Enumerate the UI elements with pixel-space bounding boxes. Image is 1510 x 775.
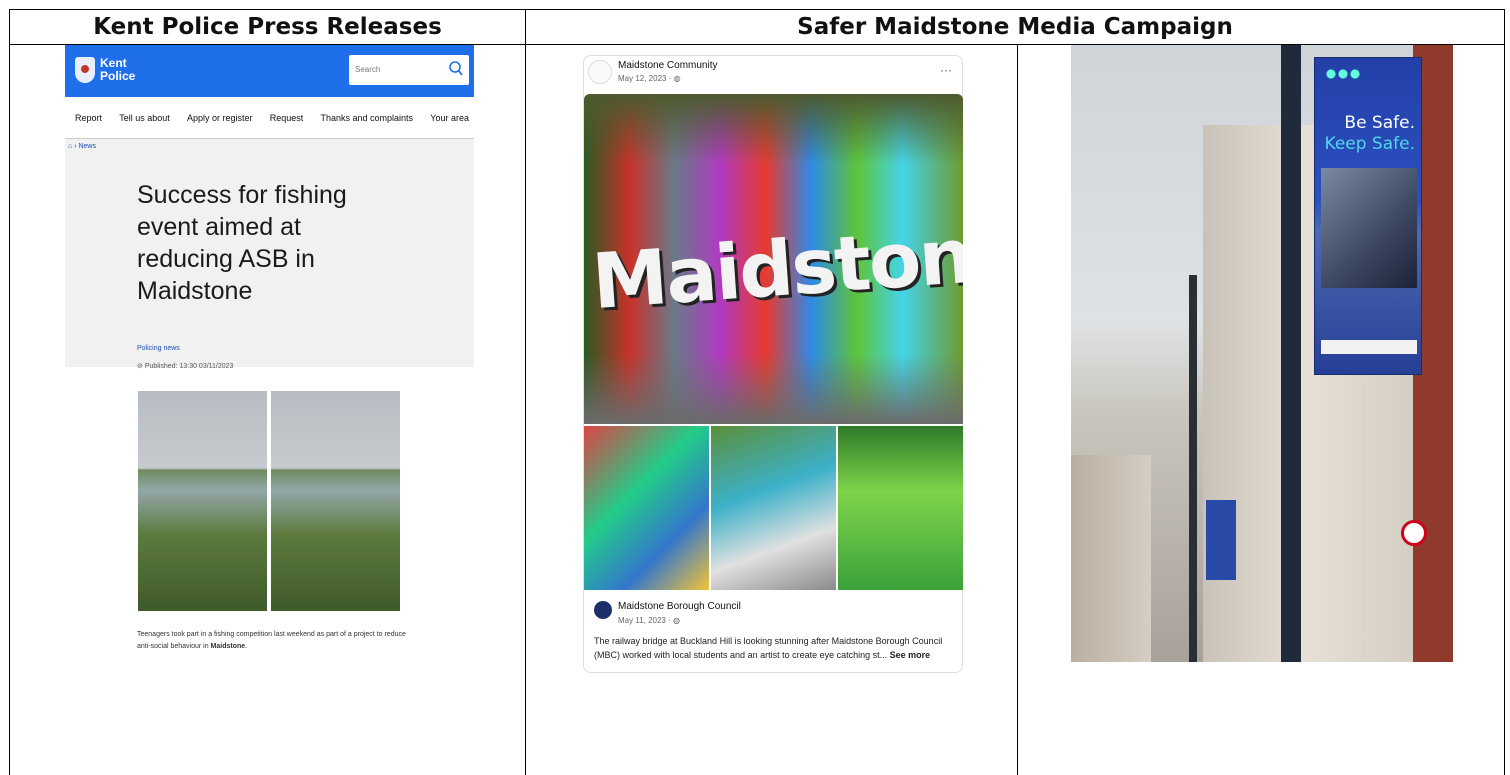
kent-police-nav: Report Tell us about Apply or register R… — [65, 97, 474, 139]
banner-line-1: Be Safe. — [1344, 113, 1415, 133]
nav-apply-or-register[interactable]: Apply or register — [187, 113, 253, 123]
breadcrumb-news[interactable]: › News — [74, 143, 96, 150]
be-safe-banner: Be Safe. Keep Safe. — [1314, 57, 1422, 375]
caption-text: Teenagers took part in a fishing competi… — [137, 631, 406, 650]
shared-date-text: May 11, 2023 · — [618, 616, 673, 625]
mural-thumb-2[interactable] — [711, 426, 836, 590]
search-input[interactable]: Search — [349, 55, 469, 85]
caption-bold-location: Maidstone — [210, 643, 246, 650]
article-published: ⊘ Published: 13:30 03/11/2023 — [137, 362, 233, 370]
search-placeholder: Search — [355, 65, 381, 74]
post-page-name[interactable]: Maidstone Community — [618, 60, 717, 71]
article-caption: Teenagers took part in a fishing competi… — [137, 629, 407, 653]
fishing-photo-2 — [271, 391, 400, 611]
mural-text: Maidston — [589, 210, 963, 327]
lamp-post — [1281, 45, 1301, 662]
article-photos — [138, 391, 400, 611]
post-text: The railway bridge at Buckland Hill is l… — [594, 634, 954, 662]
street-banner-photo: Be Safe. Keep Safe. — [1071, 45, 1453, 662]
published-timestamp: Published: 13:30 03/11/2023 — [144, 363, 234, 370]
see-more-link[interactable]: See more — [890, 650, 931, 660]
banner-logo-icon — [1323, 66, 1363, 82]
post-date-text: May 12, 2023 · — [618, 74, 674, 83]
nav-request[interactable]: Request — [270, 113, 304, 123]
nav-report[interactable]: Report — [75, 113, 102, 123]
nav-thanks-and-complaints[interactable]: Thanks and complaints — [321, 113, 414, 123]
page-avatar[interactable] — [588, 60, 612, 84]
fishing-photo-1 — [138, 391, 267, 611]
street-lamp — [1189, 275, 1197, 662]
facebook-post-screenshot: Maidstone Community May 12, 2023 · ◍ ···… — [583, 55, 963, 673]
header-safer-maidstone-campaign: Safer Maidstone Media Campaign — [797, 14, 1233, 40]
article-title: Success for fishing event aimed at reduc… — [137, 181, 347, 305]
caption-end: . — [245, 643, 248, 650]
globe-icon: ◍ — [673, 74, 681, 83]
banner-line-2: Keep Safe. — [1324, 134, 1415, 154]
bank-logo-icon — [1401, 520, 1427, 546]
header-kent-police-press-releases: Kent Police Press Releases — [93, 14, 442, 40]
small-banner — [1206, 500, 1236, 580]
banner-logos-strip — [1321, 340, 1417, 354]
home-icon[interactable]: ⌂ — [68, 143, 72, 150]
mural-main-photo[interactable]: Maidston — [584, 94, 963, 424]
kent-police-logo-text: Kent Police — [100, 57, 135, 83]
banner-photo — [1321, 168, 1417, 288]
mural-thumb-1[interactable] — [584, 426, 709, 590]
kent-police-header-bar: Kent Police Search — [65, 45, 474, 97]
nav-tell-us-about[interactable]: Tell us about — [119, 113, 170, 123]
post-date: May 12, 2023 · ◍ — [618, 74, 681, 83]
shared-date: May 11, 2023 · ◍ — [618, 616, 680, 625]
mural-thumb-3[interactable] — [838, 426, 963, 590]
kent-police-article-screenshot: Kent Police Search Report Tell us about … — [65, 45, 474, 685]
check-circle-icon: ⊘ — [137, 363, 143, 370]
breadcrumb: ⌂ › News — [68, 143, 96, 150]
more-options-icon[interactable]: ··· — [940, 63, 952, 77]
council-avatar[interactable] — [594, 601, 612, 619]
brand-line-2: Police — [100, 69, 136, 83]
kent-police-badge-icon — [75, 57, 95, 83]
mural-thumbnails — [584, 426, 963, 590]
nav-your-area[interactable]: Your area — [430, 113, 469, 123]
globe-icon: ◍ — [673, 616, 680, 625]
table-column-divider-2 — [1017, 44, 1018, 775]
shared-page-name[interactable]: Maidstone Borough Council — [618, 601, 741, 612]
table-column-divider-1 — [525, 10, 526, 775]
article-category[interactable]: Policing news — [137, 345, 180, 352]
building-left — [1071, 455, 1151, 662]
search-icon[interactable] — [448, 59, 464, 79]
article-hero: ⌂ › News Success for fishing event aimed… — [65, 139, 474, 367]
